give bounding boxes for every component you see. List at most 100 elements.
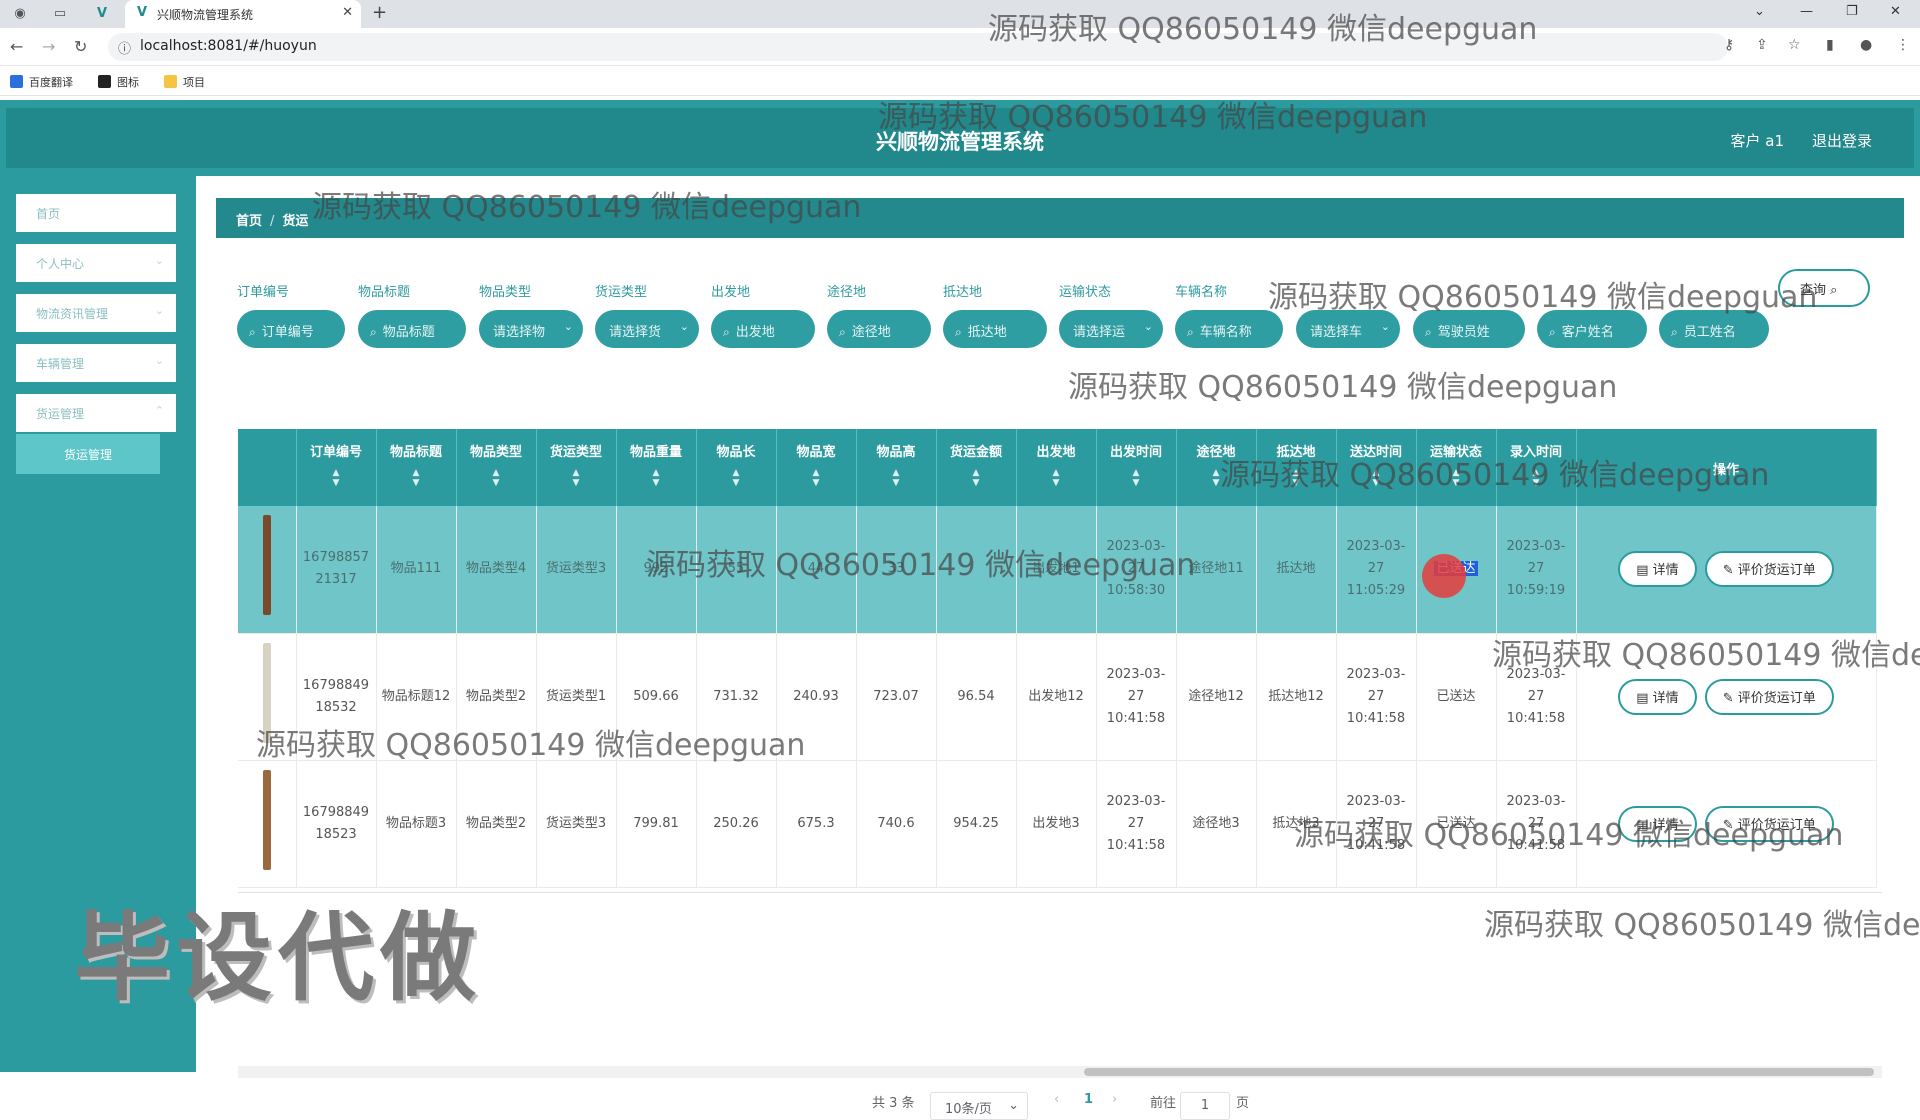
column-header[interactable]: 抵达地 ▲ ▼ — [1256, 429, 1337, 506]
item-title-input[interactable]: ⌕ 物品标题 — [358, 310, 466, 348]
sort-icon[interactable]: ▲ ▼ — [537, 468, 616, 488]
restore-icon[interactable]: ❐ — [1846, 4, 1858, 19]
bookmark-item[interactable]: 图标 — [98, 74, 139, 90]
minimize-icon[interactable]: — — [1800, 4, 1813, 19]
sort-icon[interactable]: ▲ ▼ — [457, 468, 536, 488]
vue-favicon-icon[interactable]: V — [92, 4, 112, 24]
cell-delivered-time: 2023-03-27 11:05:29 — [1336, 506, 1417, 634]
sort-icon[interactable]: ▲ ▼ — [297, 468, 376, 488]
item-type-select[interactable]: 请选择物 ⌄ — [479, 310, 583, 348]
table-row[interactable]: 1679885721317 物品111 物品类型4 货运类型3 992 55 4… — [238, 506, 1877, 634]
key-icon[interactable]: ⚷ — [1724, 37, 1734, 53]
employee-name-input[interactable]: ⌕ 员工姓名 — [1659, 310, 1769, 348]
share-icon[interactable]: ⇪ — [1756, 37, 1768, 53]
column-header[interactable]: 货运类型 ▲ ▼ — [536, 429, 617, 506]
goto-page-input[interactable]: 1 — [1180, 1092, 1230, 1120]
sort-icon[interactable]: ▲ ▼ — [697, 468, 776, 488]
sidebar-item-news[interactable]: 物流资讯管理 ⌄ — [16, 294, 176, 332]
driver-name-input[interactable]: ⌕ 驾驶员姓 — [1413, 310, 1525, 348]
bookmark-item[interactable]: 项目 — [164, 74, 205, 90]
search-icon: ⌕ — [1830, 283, 1838, 298]
window-close-icon[interactable]: ✕ — [1890, 4, 1901, 19]
column-header[interactable]: 物品宽 ▲ ▼ — [776, 429, 857, 506]
sort-icon[interactable]: ▲ ▼ — [857, 468, 936, 488]
sidebar-item-profile[interactable]: 个人中心 ⌄ — [16, 244, 176, 282]
query-button[interactable]: 查询 ⌕ — [1778, 269, 1870, 307]
table-horizontal-scrollbar[interactable] — [238, 1066, 1882, 1078]
chevron-down-icon[interactable]: ⌄ — [1754, 4, 1765, 19]
sort-icon[interactable]: ▲ ▼ — [1257, 468, 1336, 488]
tab-group-icon[interactable]: ▭ — [50, 4, 70, 24]
sort-icon[interactable]: ▲ ▼ — [937, 468, 1016, 488]
sort-icon[interactable]: ▲ ▼ — [1097, 468, 1176, 488]
via-input[interactable]: ⌕ 途径地 — [827, 310, 931, 348]
sidebar-item-freight[interactable]: 货运管理 ⌃ — [16, 394, 176, 432]
column-header[interactable]: 送达时间 ▲ ▼ — [1336, 429, 1417, 506]
chrome-menu-icon[interactable]: ◉ — [10, 4, 30, 24]
column-header[interactable]: 出发地 ▲ ▼ — [1016, 429, 1097, 506]
next-page-icon[interactable]: › — [1112, 1092, 1117, 1107]
back-icon[interactable]: ← — [10, 37, 23, 56]
sort-icon[interactable]: ▲ ▼ — [1017, 468, 1096, 488]
detail-button[interactable]: ▤ 详情 — [1618, 678, 1697, 715]
column-header[interactable]: 出发时间 ▲ ▼ — [1096, 429, 1177, 506]
detail-button[interactable]: ▤ 详情 — [1618, 551, 1697, 588]
transport-status-select[interactable]: 请选择运 ⌄ — [1059, 310, 1163, 348]
new-tab-icon[interactable]: + — [372, 2, 387, 23]
close-icon[interactable]: ✕ — [342, 5, 353, 20]
sort-icon[interactable]: ▲ ▼ — [617, 468, 696, 488]
vehicle-select[interactable]: 请选择车 ⌄ — [1296, 310, 1400, 348]
scrollbar-thumb[interactable] — [1084, 1068, 1874, 1076]
sort-icon[interactable]: ▲ ▼ — [777, 468, 856, 488]
cell-length: 250.26 — [696, 760, 777, 888]
prev-page-icon[interactable]: ‹ — [1054, 1092, 1059, 1107]
browser-tab-active[interactable]: V 兴顺物流管理系统 ✕ — [125, 0, 361, 28]
page-number-current[interactable]: 1 — [1084, 1092, 1093, 1107]
order-number-input[interactable]: ⌕ 订单编号 — [237, 310, 345, 348]
column-header[interactable]: 货运金额 ▲ ▼ — [936, 429, 1017, 506]
bookmark-item[interactable]: 百度翻译 — [10, 74, 73, 90]
column-header[interactable]: 物品高 ▲ ▼ — [856, 429, 937, 506]
column-header[interactable]: 运输状态 ▲ ▼ — [1416, 429, 1497, 506]
column-header[interactable]: 物品类型 ▲ ▼ — [456, 429, 537, 506]
customer-name-input[interactable]: ⌕ 客户姓名 — [1537, 310, 1647, 348]
sort-icon[interactable]: ▲ ▼ — [1497, 468, 1576, 488]
destination-input[interactable]: ⌕ 抵达地 — [943, 310, 1047, 348]
review-order-button[interactable]: ✎ 评价货运订单 — [1704, 678, 1834, 715]
reload-icon[interactable]: ↻ — [74, 37, 87, 56]
column-header[interactable]: 录入时间 ▲ ▼ — [1496, 429, 1577, 506]
breadcrumb-home[interactable]: 首页 — [236, 214, 262, 229]
address-bar: ← → ↻ ⓘ localhost:8081/#/huoyun ⚷ ⇪ ☆ ▮ … — [0, 28, 1920, 66]
url-field[interactable]: ⓘ localhost:8081/#/huoyun — [108, 33, 1728, 61]
star-icon[interactable]: ☆ — [1788, 37, 1801, 53]
sidebar-item-vehicles[interactable]: 车辆管理 ⌄ — [16, 344, 176, 382]
page-size-select[interactable]: 10条/页 ⌄ — [930, 1092, 1028, 1120]
table-row[interactable]: 1679884918523 物品标题3 物品类型2 货运类型3 799.81 2… — [238, 760, 1877, 888]
logout-link[interactable]: 退出登录 — [1812, 130, 1872, 151]
forward-icon[interactable]: → — [42, 37, 55, 56]
column-header[interactable]: 订单编号 ▲ ▼ — [296, 429, 377, 506]
column-header[interactable]: 途径地 ▲ ▼ — [1176, 429, 1257, 506]
info-icon[interactable]: ⓘ — [118, 38, 131, 57]
sidepanel-icon[interactable]: ▮ — [1826, 37, 1834, 53]
column-header[interactable]: 物品长 ▲ ▼ — [696, 429, 777, 506]
ship-type-select[interactable]: 请选择货 ⌄ — [595, 310, 699, 348]
table-row[interactable]: 1679884918532 物品标题12 物品类型2 货运类型1 509.66 … — [238, 633, 1877, 761]
sort-icon[interactable]: ▲ ▼ — [377, 468, 456, 488]
more-icon[interactable]: ⋮ — [1896, 37, 1910, 53]
column-header[interactable]: 物品重量 ▲ ▼ — [616, 429, 697, 506]
sidebar-item-home[interactable]: 首页 — [16, 194, 176, 232]
review-order-button[interactable]: ✎ 评价货运订单 — [1704, 805, 1834, 842]
sort-icon[interactable]: ▲ ▼ — [1177, 468, 1256, 488]
column-header[interactable]: 物品标题 ▲ ▼ — [376, 429, 457, 506]
cell-ship-type: 货运类型3 — [536, 506, 617, 634]
sort-icon[interactable]: ▲ ▼ — [1337, 468, 1416, 488]
profile-icon[interactable]: ● — [1860, 37, 1872, 53]
detail-button[interactable]: ▤ 详情 — [1618, 805, 1697, 842]
review-order-button[interactable]: ✎ 评价货运订单 — [1704, 551, 1834, 588]
vehicle-name-input[interactable]: ⌕ 车辆名称 — [1175, 310, 1283, 348]
sidebar-subitem-freight-manage[interactable]: 货运管理 — [16, 434, 160, 474]
sort-icon[interactable]: ▲ ▼ — [1417, 468, 1496, 488]
origin-input[interactable]: ⌕ 出发地 — [711, 310, 815, 348]
click-indicator — [1422, 554, 1466, 598]
